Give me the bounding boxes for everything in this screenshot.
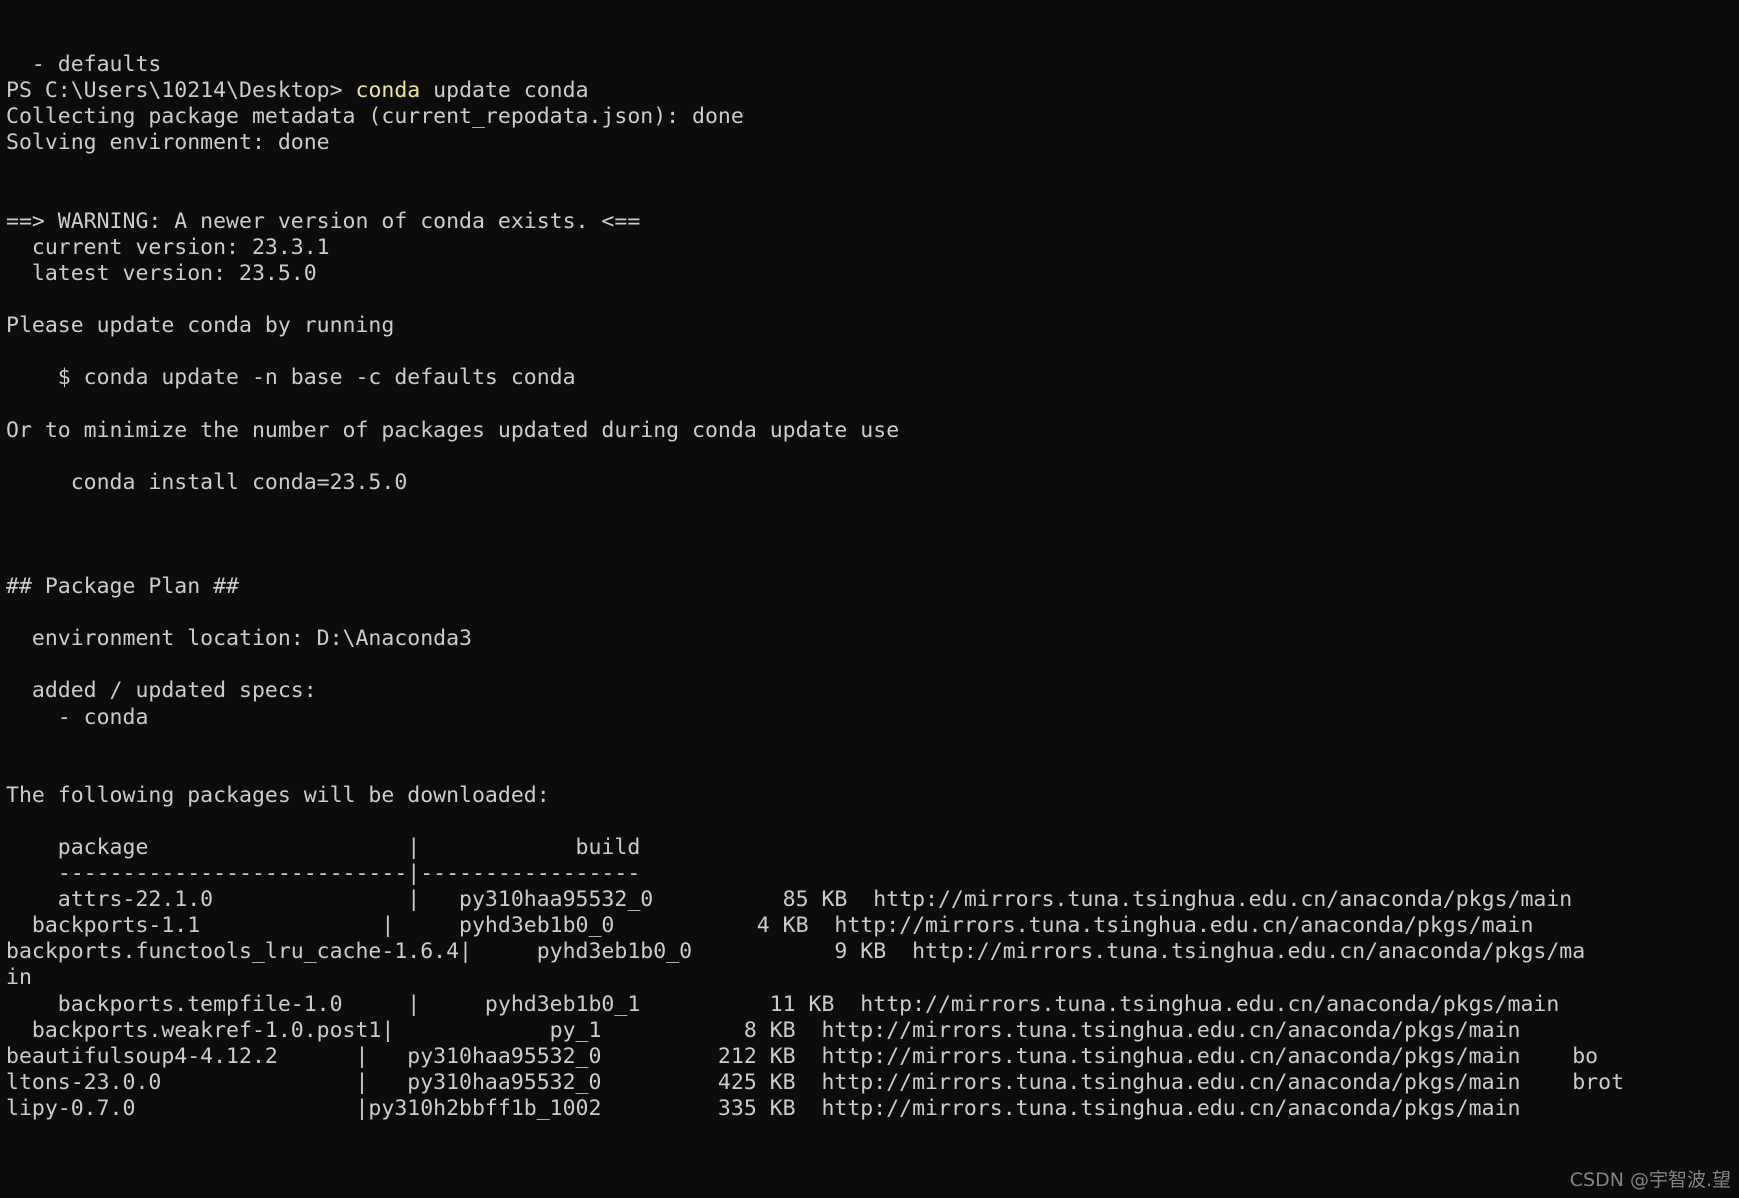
- terminal-line: package | build: [6, 835, 641, 860]
- terminal-line: current version: 23.3.1: [6, 234, 330, 260]
- terminal-line: added / updated specs:: [6, 678, 317, 704]
- terminal-line: $ conda update -n base -c defaults conda: [6, 365, 576, 391]
- terminal-line: backports.functools_lru_cache-1.6.4| pyh…: [6, 939, 1586, 965]
- terminal-line: in: [6, 965, 32, 991]
- terminal-line: ## Package Plan ##: [6, 574, 239, 600]
- terminal-line: Or to minimize the number of packages up…: [6, 417, 900, 443]
- terminal-line: attrs-22.1.0 | py310haa95532_0 85 KB htt…: [6, 887, 1573, 913]
- terminal-line: ==> WARNING: A newer version of conda ex…: [6, 208, 641, 234]
- terminal-line: - defaults: [6, 52, 162, 78]
- terminal-line: environment location: D:\Anaconda3: [6, 626, 472, 652]
- terminal-line: lipy-0.7.0 |py310h2bbff1b_1002 335 KB ht…: [6, 1095, 1521, 1121]
- terminal-line: PS C:\Users\10214\Desktop> conda update …: [0, 78, 1739, 104]
- terminal-line: backports.weakref-1.0.post1| py_1 8 KB h…: [6, 1017, 1521, 1043]
- terminal-output[interactable]: - defaults PS C:\Users\10214\Desktop> con…: [0, 0, 1739, 1198]
- terminal-line: ---------------------------|------------…: [6, 861, 641, 887]
- terminal-line: The following packages will be downloade…: [6, 782, 550, 808]
- command-token: conda: [355, 78, 421, 104]
- terminal-line: backports-1.1 | pyhd3eb1b0_0 4 KB http:/…: [6, 913, 1534, 939]
- terminal-line: backports.tempfile-1.0 | pyhd3eb1b0_1 11…: [6, 991, 1560, 1017]
- terminal-line: latest version: 23.5.0: [6, 260, 317, 286]
- terminal-line: ltons-23.0.0 | py310haa95532_0 425 KB ht…: [6, 1069, 1625, 1095]
- terminal-line: Solving environment: done: [6, 130, 330, 156]
- terminal-line: Please update conda by running: [6, 313, 395, 339]
- terminal-line: beautifulsoup4-4.12.2 | py310haa95532_0 …: [6, 1043, 1599, 1069]
- command-args: update conda: [420, 78, 589, 104]
- prompt-prefix: PS C:\Users\10214\Desktop>: [6, 78, 356, 104]
- terminal-line: conda install conda=23.5.0: [6, 469, 408, 495]
- terminal-line: Collecting package metadata (current_rep…: [6, 104, 744, 130]
- terminal-line: - conda: [6, 704, 149, 730]
